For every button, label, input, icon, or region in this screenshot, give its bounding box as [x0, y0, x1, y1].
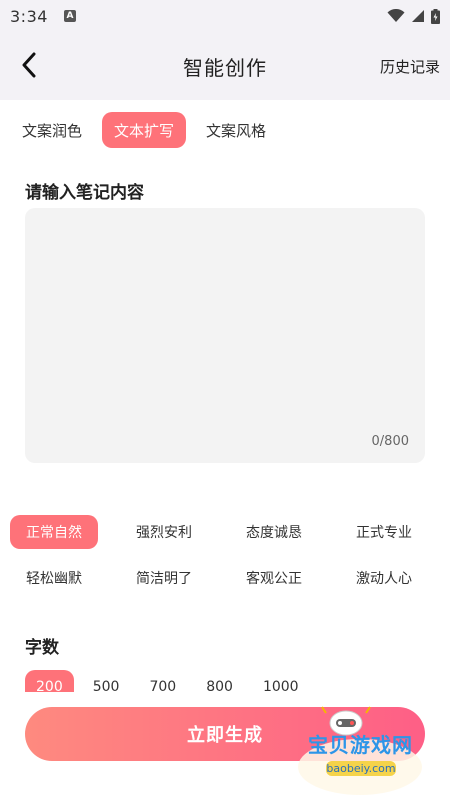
tab-polish[interactable]: 文案润色 [10, 112, 94, 148]
style-option-natural[interactable]: 正常自然 [10, 515, 98, 549]
mode-tabs: 文案润色 文本扩写 文案风格 [0, 100, 450, 160]
watermark-logo: 宝贝游戏网 baobeiy.com [278, 705, 443, 797]
tab-expand[interactable]: 文本扩写 [102, 112, 187, 148]
style-option-concise[interactable]: 简洁明了 [120, 561, 208, 595]
content-input[interactable] [25, 208, 425, 463]
status-icons [387, 8, 440, 24]
content-label: 请输入笔记内容 [25, 183, 144, 203]
style-option-objective[interactable]: 客观公正 [230, 561, 318, 595]
signal-icon [412, 10, 424, 22]
style-option-humorous[interactable]: 轻松幽默 [10, 561, 98, 595]
char-count: 0/800 [371, 434, 409, 449]
style-options: 正常自然 强烈安利 态度诚恳 正式专业 轻松幽默 简洁明了 客观公正 激动人心 [10, 515, 450, 595]
wifi-icon [387, 9, 405, 22]
style-option-recommend[interactable]: 强烈安利 [120, 515, 208, 549]
watermark-text: 宝贝游戏网 [308, 733, 413, 757]
status-bar: 3:34 A [0, 0, 450, 32]
notification-a-icon: A [63, 10, 76, 22]
content-input-box: 0/800 [25, 208, 425, 463]
history-button[interactable]: 历史记录 [380, 56, 440, 77]
watermark-url: baobeiy.com [326, 761, 396, 776]
style-option-exciting[interactable]: 激动人心 [340, 561, 428, 595]
tab-style[interactable]: 文案风格 [194, 112, 278, 148]
style-option-sincere[interactable]: 态度诚恳 [230, 515, 318, 549]
app-header: 智能创作 历史记录 [0, 32, 450, 100]
status-time: 3:34 [10, 6, 48, 26]
style-option-formal[interactable]: 正式专业 [340, 515, 428, 549]
battery-icon [431, 8, 440, 24]
word-count-label: 字数 [25, 638, 59, 658]
